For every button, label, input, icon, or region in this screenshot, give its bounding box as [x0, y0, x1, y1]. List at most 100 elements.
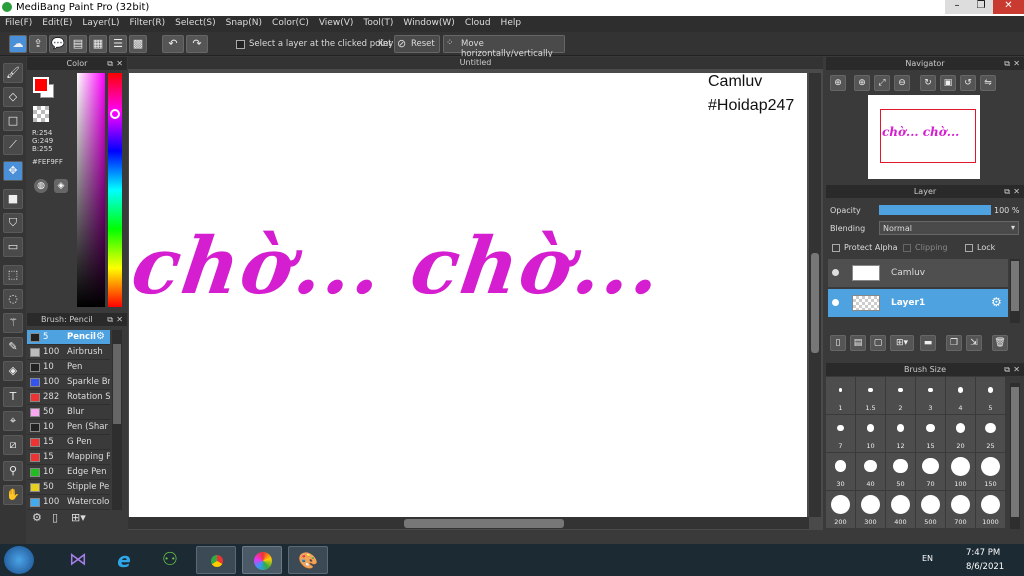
brush-item[interactable]: 100 Airbrush: [27, 345, 110, 360]
menu-item[interactable]: File(F): [0, 16, 37, 30]
blending-select[interactable]: Normal ▾: [879, 221, 1019, 235]
merge-layer-icon[interactable]: ⇲: [966, 335, 982, 351]
brush-size-cell[interactable]: 4: [946, 377, 975, 414]
new-1bit-layer-icon[interactable]: ▢: [870, 335, 886, 351]
brush-item[interactable]: 100 Watercolo: [27, 495, 110, 510]
brush-size-scroll-thumb[interactable]: [1011, 387, 1019, 517]
new-halftone-layer-icon[interactable]: ▤: [850, 335, 866, 351]
brush-item[interactable]: 15 Mapping P: [27, 450, 110, 465]
language-indicator[interactable]: EN: [922, 554, 933, 563]
select-layer-checkbox[interactable]: [236, 40, 245, 49]
trash-icon[interactable]: 🗑: [992, 335, 1008, 351]
brush-size-cell[interactable]: 70: [916, 453, 945, 490]
canvas-tab[interactable]: Untitled: [128, 57, 823, 69]
menu-item[interactable]: Tool(T): [358, 16, 398, 30]
internet-explorer-icon[interactable]: e: [104, 546, 144, 574]
brush-size-cell[interactable]: 25: [976, 415, 1005, 452]
close-icon[interactable]: ✕: [1013, 57, 1020, 70]
palette-icon[interactable]: ◍: [34, 179, 48, 193]
menu-item[interactable]: Snap(N): [221, 16, 267, 30]
eyedropper-tool-icon[interactable]: ⚲: [3, 461, 23, 481]
brush-size-cell[interactable]: 30: [826, 453, 855, 490]
shape-tool-icon[interactable]: □: [3, 111, 23, 131]
brush-scrollbar-thumb[interactable]: [113, 344, 121, 424]
app-icon[interactable]: ⚇: [150, 546, 190, 574]
brush-size-cell[interactable]: 12: [886, 415, 915, 452]
menu-item[interactable]: Color(C): [267, 16, 314, 30]
brush-item[interactable]: 10 Pen: [27, 360, 110, 375]
brush-size-cell[interactable]: 150: [976, 453, 1005, 490]
brush-size-cell[interactable]: 50: [886, 453, 915, 490]
document-icon[interactable]: ▦: [89, 35, 107, 53]
brush-size-cell[interactable]: 2: [886, 377, 915, 414]
select-pen-tool-icon[interactable]: ✎: [3, 337, 23, 357]
popout-icon[interactable]: ⧉: [1004, 363, 1010, 376]
menu-item[interactable]: Edit(E): [37, 16, 77, 30]
saturation-brightness-picker[interactable]: [77, 73, 105, 307]
checklist-icon[interactable]: ☰: [109, 35, 127, 53]
clock-time[interactable]: 7:47 PM: [966, 548, 1000, 558]
chrome-icon[interactable]: [196, 546, 236, 574]
new-layer-icon[interactable]: ▯: [830, 335, 846, 351]
popout-icon[interactable]: ⧉: [107, 313, 113, 326]
protect-alpha-checkbox[interactable]: [832, 244, 840, 252]
close-button[interactable]: ✕: [993, 0, 1024, 14]
eye-icon[interactable]: [832, 269, 839, 276]
brush-tool-icon[interactable]: 🖌: [3, 63, 23, 83]
layer-row-layer1[interactable]: Layer1 ⚙: [828, 289, 1008, 317]
message-icon[interactable]: ▤: [69, 35, 87, 53]
paint-icon[interactable]: 🎨: [288, 546, 328, 574]
brush-size-cell[interactable]: 15: [916, 415, 945, 452]
operation-tool-icon[interactable]: ⌖: [3, 411, 23, 431]
zoom-out-icon[interactable]: ⊖: [894, 75, 910, 91]
canvas-hscroll-thumb[interactable]: [404, 519, 564, 528]
select-eraser-tool-icon[interactable]: ◈: [3, 361, 23, 381]
cloud-icon[interactable]: ☁: [9, 35, 27, 53]
menu-item[interactable]: Filter(R): [125, 16, 171, 30]
brush-item[interactable]: 10 Edge Pen: [27, 465, 110, 480]
brush-size-cell[interactable]: 20: [946, 415, 975, 452]
fit-icon[interactable]: ⤢: [874, 75, 890, 91]
palette-add-icon[interactable]: ◈: [54, 179, 68, 193]
full-view-icon[interactable]: ▣: [940, 75, 956, 91]
move-hv-button[interactable]: ⁘ Move horizontally/vertically: [443, 35, 565, 59]
brush-size-cell[interactable]: 7: [826, 415, 855, 452]
flip-icon[interactable]: ⇋: [980, 75, 996, 91]
popout-icon[interactable]: ⧉: [1004, 57, 1010, 70]
eye-icon[interactable]: [832, 299, 839, 306]
hand-tool-icon[interactable]: ✋: [3, 485, 23, 505]
brush-size-cell[interactable]: 200: [826, 491, 855, 528]
new-brush-icon[interactable]: ▯: [52, 511, 66, 525]
brush-size-scrollbar[interactable]: [1010, 383, 1020, 529]
menu-item[interactable]: Cloud: [460, 16, 496, 30]
move-tool-icon[interactable]: ✥: [3, 161, 23, 181]
transparent-swatch[interactable]: [33, 106, 49, 122]
brush-item[interactable]: 5 Pencil ⚙: [27, 330, 110, 345]
share-icon[interactable]: ⇪: [29, 35, 47, 53]
magic-wand-tool-icon[interactable]: ⚚: [3, 313, 23, 333]
reset-button[interactable]: ⊘ Reset: [394, 35, 440, 53]
navigator-preview[interactable]: chờ... chờ...: [868, 95, 980, 179]
layer-scroll-thumb[interactable]: [1011, 261, 1019, 311]
close-icon[interactable]: ✕: [116, 57, 123, 70]
lock-checkbox[interactable]: [965, 244, 973, 252]
close-icon[interactable]: ✕: [116, 313, 123, 326]
comment-icon[interactable]: 💬: [49, 35, 67, 53]
clock-date[interactable]: 8/6/2021: [966, 562, 1004, 572]
brush-item[interactable]: 15 G Pen: [27, 435, 110, 450]
brush-size-cell[interactable]: 100: [946, 453, 975, 490]
maximize-button[interactable]: ❐: [969, 0, 993, 14]
drawing-canvas[interactable]: Camluv #Hoidap247 chờ... chờ...: [127, 73, 807, 517]
menu-item[interactable]: Help: [496, 16, 527, 30]
visual-studio-icon[interactable]: ⋈: [58, 546, 98, 574]
add-layer-menu-icon[interactable]: ⊞▾: [890, 335, 914, 351]
gear-icon[interactable]: ⚙: [991, 295, 1002, 309]
medibang-icon[interactable]: [242, 546, 282, 574]
layer-scrollbar[interactable]: [1010, 259, 1020, 323]
brush-size-cell[interactable]: 400: [886, 491, 915, 528]
brush-size-cell[interactable]: 1.5: [856, 377, 885, 414]
menu-item[interactable]: Select(S): [170, 16, 221, 30]
add-brush-icon[interactable]: ⊞▾: [71, 511, 93, 525]
brush-size-cell[interactable]: 1: [826, 377, 855, 414]
brush-item[interactable]: 50 Stipple Pe: [27, 480, 110, 495]
